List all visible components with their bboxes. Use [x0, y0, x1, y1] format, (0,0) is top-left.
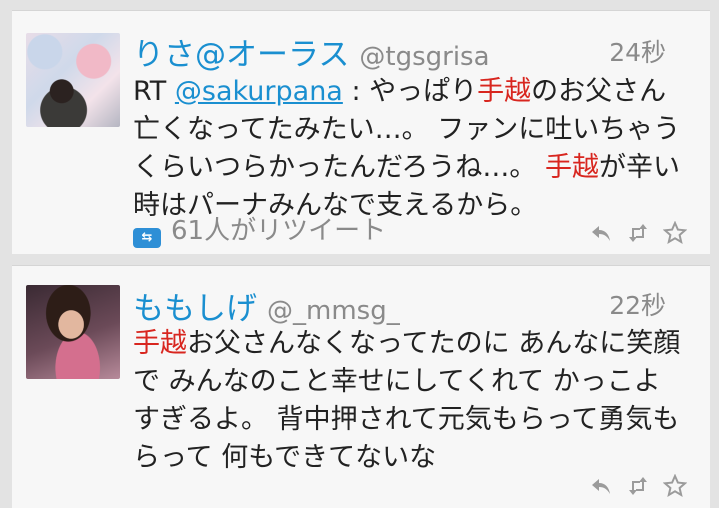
- rt-prefix: RT: [133, 76, 175, 107]
- timestamp: 24秒: [609, 38, 666, 67]
- highlighted-keyword: 手越: [133, 328, 187, 359]
- avatar[interactable]: [26, 285, 120, 379]
- favorite-button[interactable]: [662, 473, 688, 499]
- retweet-count[interactable]: ⇆ 61人がリツイート: [133, 210, 387, 248]
- retweet-count-label: 61人がリツイート: [171, 216, 387, 246]
- tweet-header: ももしげ @_mmsg_: [133, 283, 670, 327]
- retweet-count-icon: ⇆: [133, 228, 161, 248]
- reply-button[interactable]: [588, 220, 614, 246]
- favorite-icon: [663, 474, 687, 498]
- tweet-actions: [588, 473, 688, 499]
- username[interactable]: @tgsgrisa: [359, 42, 489, 72]
- mention-link[interactable]: @sakurpana: [175, 76, 343, 107]
- tweet-header: りさ@オーラス @tgsgrisa: [133, 29, 670, 73]
- tweet-text: RT @sakurpana : やっぱり手越のお父さん亡くなってたみたい…。 フ…: [133, 73, 681, 225]
- display-name[interactable]: りさ@オーラス: [133, 37, 349, 73]
- reply-button[interactable]: [588, 473, 614, 499]
- reply-icon: [592, 479, 610, 494]
- tweet-actions: [588, 220, 688, 246]
- avatar[interactable]: [26, 33, 120, 127]
- tweet-card[interactable]: りさ@オーラス @tgsgrisa 24秒 RT @sakurpana : やっぱ…: [12, 10, 710, 254]
- retweet-icon: [629, 477, 647, 495]
- display-name[interactable]: ももしげ: [133, 291, 257, 327]
- highlighted-keyword: 手越: [544, 152, 599, 183]
- retweet-icon: [629, 224, 647, 242]
- favorite-icon: [663, 221, 687, 245]
- favorite-button[interactable]: [662, 220, 688, 246]
- timestamp: 22秒: [609, 291, 666, 320]
- highlighted-keyword: 手越: [477, 76, 532, 107]
- retweet-button[interactable]: [625, 473, 651, 499]
- tweet-card[interactable]: ももしげ @_mmsg_ 22秒 手越お父さんなくなってたのに あんなに笑顔で み…: [12, 265, 710, 508]
- text-segment: お父さんなくなってたのに あんなに笑顔で みんなのこと幸せにしてくれて かっこよ…: [133, 328, 681, 473]
- username[interactable]: @_mmsg_: [267, 296, 400, 326]
- reply-icon: [592, 226, 610, 241]
- tweet-text: 手越お父さんなくなってたのに あんなに笑顔で みんなのこと幸せにしてくれて かっ…: [133, 325, 681, 477]
- text-segment: : やっぱり: [342, 76, 478, 107]
- retweet-button[interactable]: [625, 220, 651, 246]
